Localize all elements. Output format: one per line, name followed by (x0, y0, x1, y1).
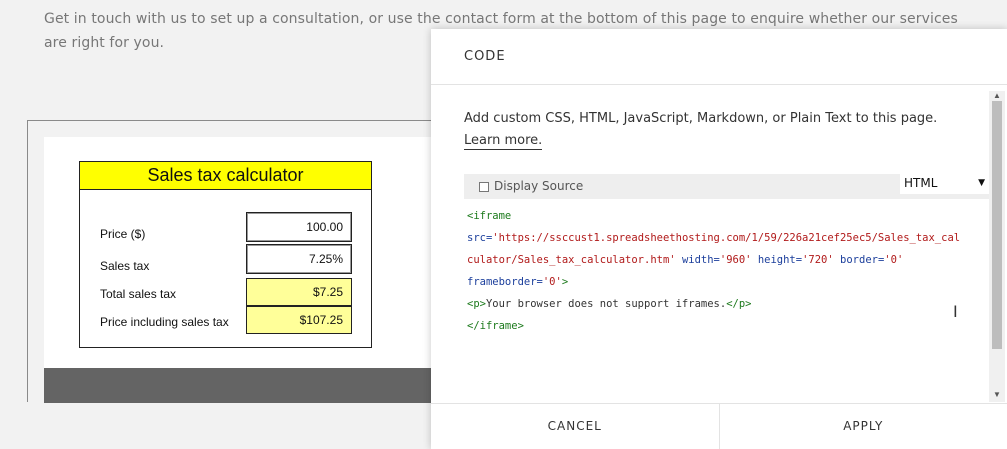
total-price-label: Price including sales tax (100, 315, 229, 329)
code-token: '720' (802, 254, 834, 266)
code-token: culator/Sales_tax_calculator.htm' (467, 254, 676, 266)
scroll-up-icon[interactable]: ▲ (993, 91, 1001, 100)
code-block-panel: CODE Add custom CSS, HTML, JavaScript, M… (431, 29, 1007, 449)
scrollbar-thumb[interactable] (992, 101, 1002, 349)
price-label: Price ($) (100, 227, 146, 241)
price-input[interactable]: 100.00 (246, 212, 352, 242)
total-tax-label: Total sales tax (100, 287, 177, 301)
code-token: </p> (726, 298, 752, 310)
code-token: src= (467, 232, 493, 244)
code-token: '960' (719, 254, 752, 266)
panel-description: Add custom CSS, HTML, JavaScript, Markdo… (464, 108, 937, 152)
learn-more-link[interactable]: Learn more. (464, 133, 543, 150)
apply-button[interactable]: APPLY (720, 404, 1007, 449)
total-price-output: $107.25 (246, 306, 352, 334)
code-token: border= (840, 254, 885, 266)
code-token: <p> (467, 298, 486, 310)
editor-scrollbar[interactable]: ▲ ▼ (989, 91, 1005, 402)
sales-tax-calculator: Sales tax calculator Price ($) 100.00 Sa… (79, 161, 372, 348)
embed-block-footer (44, 368, 437, 403)
panel-title: CODE (431, 29, 1007, 85)
calculator-title: Sales tax calculator (80, 162, 371, 190)
cancel-button[interactable]: CANCEL (431, 404, 720, 449)
code-editor: Display Source HTML ▼ <iframe src='https… (464, 174, 989, 402)
display-source-label[interactable]: Display Source (494, 179, 583, 193)
language-select-value: HTML (904, 176, 938, 190)
panel-footer: CANCEL APPLY (431, 403, 1007, 449)
code-token: <iframe (467, 210, 512, 222)
total-tax-output: $7.25 (246, 278, 352, 306)
checkbox-icon[interactable] (479, 182, 489, 192)
sales-tax-input[interactable]: 7.25% (246, 244, 352, 274)
scroll-down-icon[interactable]: ▼ (993, 390, 1001, 399)
editor-toolbar: Display Source HTML ▼ (464, 174, 989, 199)
code-token: 'https://ssccust1.spreadsheethosting.com… (492, 232, 961, 244)
description-text: Add custom CSS, HTML, JavaScript, Markdo… (464, 111, 938, 126)
code-token: > (561, 276, 569, 288)
dropdown-arrow-icon: ▼ (978, 178, 985, 188)
text-cursor-icon: I (953, 302, 958, 321)
code-token: frameborder= (467, 276, 543, 288)
code-token: height= (757, 254, 803, 266)
code-token: '0' (884, 254, 904, 266)
code-token: '0' (542, 276, 562, 288)
code-textarea[interactable]: <iframe src='https://ssccust1.spreadshee… (464, 199, 989, 337)
code-token: Your browser does not support iframes. (485, 298, 727, 310)
code-token: </iframe> (467, 320, 524, 332)
sales-tax-label: Sales tax (100, 259, 150, 273)
code-token: width= (681, 254, 720, 266)
language-select[interactable]: HTML ▼ (900, 174, 989, 194)
